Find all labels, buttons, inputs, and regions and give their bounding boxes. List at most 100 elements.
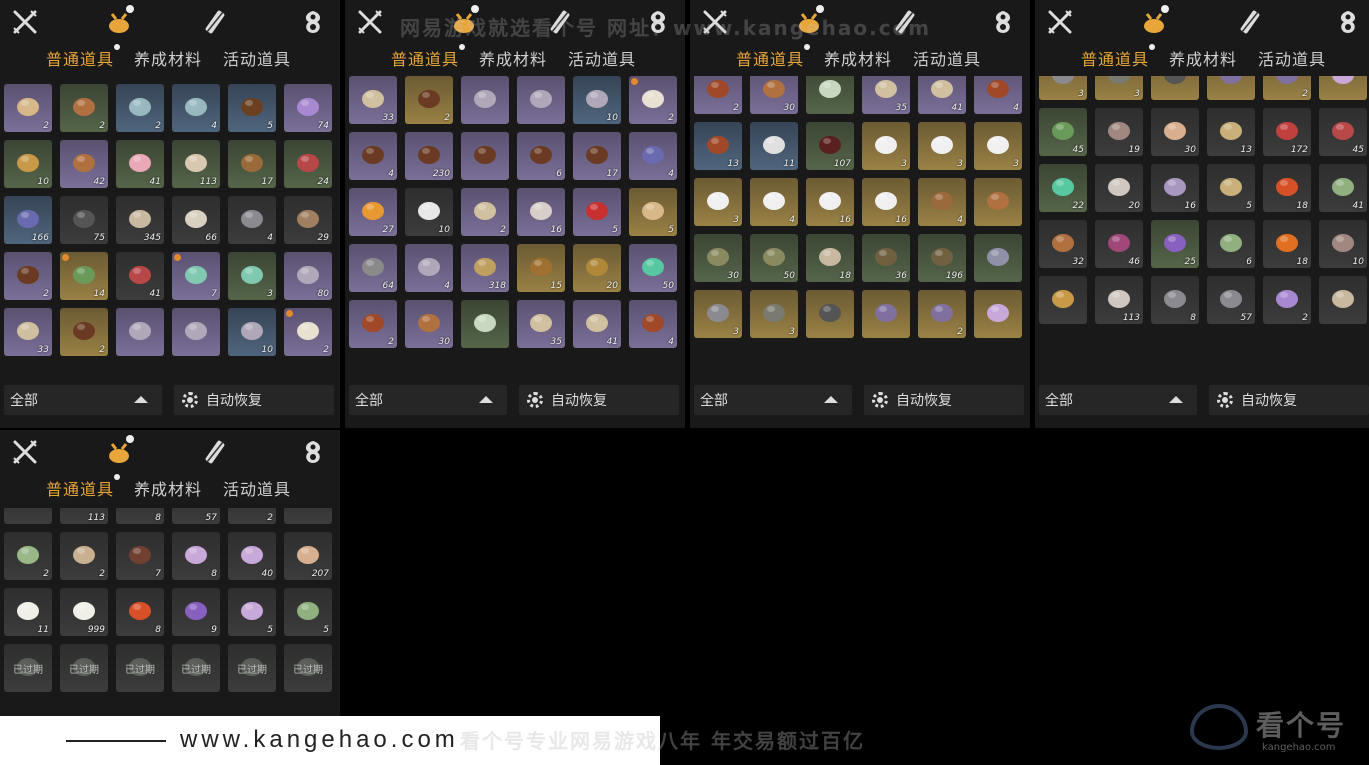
item-slot[interactable]: 2 [4,532,52,580]
item-slot[interactable]: 7 [116,532,164,580]
item-slot[interactable]: 3 [694,178,742,226]
item-slot[interactable]: 196 [918,234,966,282]
item-slot[interactable]: 66 [172,196,220,244]
item-slot[interactable]: 107 [806,122,854,170]
item-slot[interactable]: 36 [862,234,910,282]
tab-growth-materials[interactable]: 养成材料 [479,46,547,70]
item-slot[interactable]: 166 [4,196,52,244]
tab-event-items[interactable]: 活动道具 [913,46,981,70]
nav-crossed-swords-icon[interactable] [353,5,387,39]
item-slot[interactable]: 20 [573,244,621,292]
item-slot[interactable]: 230 [405,132,453,180]
item-slot[interactable]: 16 [806,178,854,226]
item-slot[interactable]: 4 [750,178,798,226]
item-slot[interactable]: 30 [750,76,798,114]
item-slot[interactable]: 已过期 [284,644,332,692]
item-slot[interactable]: 40 [228,532,276,580]
item-slot[interactable]: 24 [284,140,332,188]
item-slot[interactable]: 3 [862,122,910,170]
item-slot[interactable]: 4 [172,84,220,132]
nav-pouch-icon[interactable] [1137,5,1171,39]
item-slot[interactable] [1151,76,1199,100]
item-slot[interactable]: 17 [573,132,621,180]
item-slot[interactable]: 3 [750,290,798,338]
item-slot[interactable]: 32 [1039,220,1087,268]
item-slot[interactable]: 5 [1207,164,1255,212]
item-slot[interactable]: 10 [573,76,621,124]
item-slot[interactable]: 41 [116,252,164,300]
item-slot[interactable]: 2 [4,84,52,132]
item-slot[interactable]: 64 [349,244,397,292]
item-slot[interactable]: 已过期 [172,644,220,692]
item-slot[interactable]: 8 [172,532,220,580]
item-slot[interactable]: 5 [228,588,276,636]
item-slot[interactable]: 16 [862,178,910,226]
nav-pouch-icon[interactable] [102,435,136,469]
item-slot[interactable] [116,308,164,356]
item-slot[interactable]: 18 [1263,164,1311,212]
tab-growth-materials[interactable]: 养成材料 [1169,46,1237,70]
item-slot[interactable]: 30 [1151,108,1199,156]
item-slot[interactable]: 46 [1095,220,1143,268]
item-slot[interactable]: 2 [1263,76,1311,100]
item-slot[interactable]: 4 [629,132,677,180]
auto-restore-button[interactable]: 自动恢复 [174,385,334,415]
item-slot[interactable] [172,308,220,356]
item-slot[interactable]: 已过期 [116,644,164,692]
item-slot[interactable]: 2 [60,308,108,356]
item-slot[interactable]: 14 [60,252,108,300]
item-slot[interactable]: 15 [517,244,565,292]
item-slot[interactable]: 3 [1039,76,1087,100]
item-slot[interactable] [461,76,509,124]
tab-growth-materials[interactable]: 养成材料 [824,46,892,70]
nav-crossed-swords-icon[interactable] [1043,5,1077,39]
item-slot[interactable]: 4 [974,76,1022,114]
item-slot[interactable]: 13 [1207,108,1255,156]
item-slot[interactable]: 5 [573,188,621,236]
filter-dropdown[interactable]: 全部 [349,385,507,415]
item-slot[interactable]: 113 [1095,276,1143,324]
item-slot[interactable] [862,290,910,338]
item-slot[interactable]: 57 [172,508,220,524]
item-slot[interactable]: 41 [116,140,164,188]
item-slot[interactable]: 999 [60,588,108,636]
nav-scroll-icon[interactable] [1233,5,1267,39]
item-slot[interactable] [1319,276,1367,324]
item-slot[interactable] [461,300,509,348]
filter-dropdown[interactable]: 全部 [4,385,162,415]
item-slot[interactable]: 35 [517,300,565,348]
auto-restore-button[interactable]: 自动恢复 [1209,385,1369,415]
item-slot[interactable]: 207 [284,532,332,580]
item-slot[interactable]: 2 [1263,276,1311,324]
item-slot[interactable]: 11 [750,122,798,170]
item-slot[interactable]: 10 [228,308,276,356]
item-slot[interactable]: 33 [349,76,397,124]
item-slot[interactable]: 已过期 [4,644,52,692]
tab-event-items[interactable]: 活动道具 [223,46,291,70]
filter-dropdown[interactable]: 全部 [694,385,852,415]
item-slot[interactable]: 已过期 [60,644,108,692]
item-slot[interactable]: 2 [349,300,397,348]
item-slot[interactable]: 17 [228,140,276,188]
item-slot[interactable]: 3 [918,122,966,170]
nav-spirit-icon[interactable] [986,5,1020,39]
item-slot[interactable] [974,234,1022,282]
tab-common-items[interactable]: 普通道具 [736,44,811,70]
tab-common-items[interactable]: 普通道具 [1081,44,1156,70]
item-slot[interactable] [974,290,1022,338]
item-slot[interactable]: 10 [405,188,453,236]
item-slot[interactable]: 2 [60,532,108,580]
nav-spirit-icon[interactable] [296,435,330,469]
item-slot[interactable]: 13 [694,122,742,170]
item-slot[interactable]: 2 [918,290,966,338]
item-slot[interactable]: 113 [172,140,220,188]
item-slot[interactable]: 11 [4,588,52,636]
item-slot[interactable] [517,76,565,124]
item-slot[interactable]: 2 [461,188,509,236]
nav-crossed-swords-icon[interactable] [8,5,42,39]
item-slot[interactable]: 41 [573,300,621,348]
item-slot[interactable]: 113 [60,508,108,524]
item-slot[interactable]: 42 [60,140,108,188]
nav-scroll-icon[interactable] [198,5,232,39]
filter-dropdown[interactable]: 全部 [1039,385,1197,415]
